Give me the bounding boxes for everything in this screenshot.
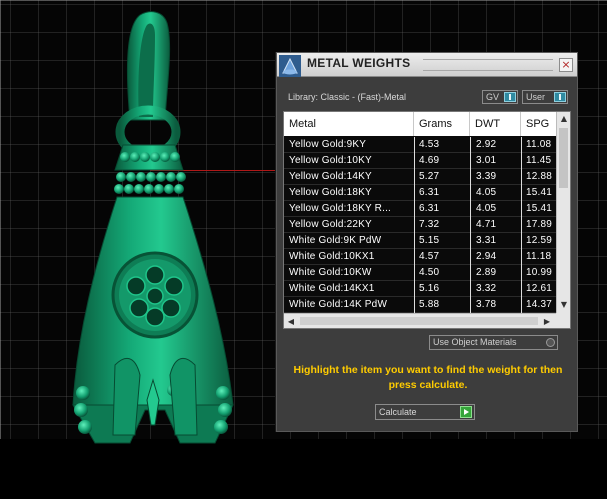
grams-cell: 4.69 (419, 155, 440, 166)
table-row[interactable]: Yellow Gold:9KY 4.53 2.92 11.08 (284, 137, 556, 153)
metal-cell: White Gold:14KX1 (289, 283, 375, 294)
grams-cell: 7.32 (419, 219, 440, 230)
gv-toggle-label: GV (486, 92, 500, 102)
metal-cell: Yellow Gold:10KY (289, 155, 372, 166)
use-object-materials-option[interactable]: Use Object Materials (429, 335, 558, 350)
grams-cell: 5.27 (419, 171, 440, 182)
title-grip (423, 59, 553, 71)
toggle-switch-icon (504, 92, 516, 102)
vertical-scrollbar[interactable]: ▲ ▼ (556, 112, 570, 313)
metal-cell: Yellow Gold:14KY (289, 171, 372, 182)
user-toggle[interactable]: User (522, 90, 568, 104)
use-object-materials-label: Use Object Materials (433, 337, 517, 347)
metal-cell: Yellow Gold:9KY (289, 139, 367, 150)
spg-cell: 12.59 (526, 235, 553, 246)
column-header-grams[interactable]: Grams (414, 112, 470, 136)
spg-cell: 10.99 (526, 267, 553, 278)
dwt-cell: 2.89 (476, 267, 497, 278)
dwt-cell: 2.92 (476, 139, 497, 150)
table-row[interactable]: Yellow Gold:22KY 7.32 4.71 17.89 (284, 217, 556, 233)
spg-cell: 12.88 (526, 171, 553, 182)
table-row[interactable]: White Gold:10KW 4.50 2.89 10.99 (284, 265, 556, 281)
panel-title: METAL WEIGHTS (307, 56, 411, 70)
table-row[interactable]: White Gold:9K PdW 5.15 3.31 12.59 (284, 233, 556, 249)
scroll-corner (556, 313, 570, 328)
grams-cell: 4.57 (419, 251, 440, 262)
dwt-cell: 2.94 (476, 251, 497, 262)
arrow-right-icon[interactable]: ▶ (540, 314, 554, 329)
grams-cell: 6.31 (419, 187, 440, 198)
table-body: Yellow Gold:9KY 4.53 2.92 11.08 Yellow Gold:… (284, 137, 556, 313)
dwt-cell: 3.78 (476, 299, 497, 310)
pendant-3d-model[interactable] (55, 5, 255, 455)
column-divider (470, 137, 471, 313)
table-row[interactable]: Yellow Gold:18KY 6.31 4.05 15.41 (284, 185, 556, 201)
arrow-left-icon[interactable]: ◀ (284, 314, 298, 329)
dwt-cell: 3.39 (476, 171, 497, 182)
grams-cell: 5.88 (419, 299, 440, 310)
metal-cell: White Gold:10KW (289, 267, 372, 278)
table-row[interactable]: White Gold:14KX1 5.16 3.32 12.61 (284, 281, 556, 297)
metal-cell: Yellow Gold:22KY (289, 219, 372, 230)
calculate-button[interactable]: Calculate (375, 404, 475, 420)
spg-cell: 14.37 (526, 299, 553, 310)
column-divider (521, 137, 522, 313)
arrow-down-icon[interactable]: ▼ (557, 298, 571, 312)
grams-cell: 4.53 (419, 139, 440, 150)
column-header-metal[interactable]: Metal (284, 112, 414, 136)
metal-weights-app-icon (279, 55, 301, 77)
table-header: Metal Grams DWT SPG (284, 112, 556, 136)
grams-cell: 6.31 (419, 203, 440, 214)
gv-toggle[interactable]: GV (482, 90, 518, 104)
column-header-spg[interactable]: SPG (521, 112, 556, 136)
spg-cell: 15.41 (526, 187, 553, 198)
metal-cell: White Gold:9K PdW (289, 235, 382, 246)
metal-cell: Yellow Gold:18KY R... (289, 203, 392, 214)
table-row[interactable]: Yellow Gold:10KY 4.69 3.01 11.45 (284, 153, 556, 169)
spg-cell: 12.61 (526, 283, 553, 294)
metal-table: Metal Grams DWT SPG Yellow Gold:9KY 4.53 2… (283, 111, 571, 329)
user-toggle-label: User (526, 92, 546, 102)
column-header-dwt[interactable]: DWT (470, 112, 521, 136)
dwt-cell: 4.71 (476, 219, 497, 230)
dwt-cell: 4.05 (476, 203, 497, 214)
table-row[interactable]: White Gold:14K PdW 5.88 3.78 14.37 (284, 297, 556, 313)
dwt-cell: 3.01 (476, 155, 497, 166)
vertical-scroll-thumb[interactable] (559, 128, 568, 188)
toggle-switch-icon (554, 92, 566, 102)
metal-cell: White Gold:10KX1 (289, 251, 375, 262)
library-label: Library: Classic - (Fast)-Metal (288, 92, 407, 102)
radio-icon[interactable] (546, 338, 555, 347)
spg-cell: 11.08 (526, 139, 552, 150)
grams-cell: 5.15 (419, 235, 440, 246)
spg-cell: 11.18 (526, 251, 552, 262)
grams-cell: 5.16 (419, 283, 440, 294)
table-row[interactable]: White Gold:10KX1 4.57 2.94 11.18 (284, 249, 556, 265)
horizontal-scrollbar[interactable]: ◀ ▶ (284, 313, 556, 328)
close-icon[interactable]: × (559, 58, 573, 72)
metal-weights-panel: METAL WEIGHTS × Library: Classic - (Fast… (276, 52, 578, 432)
dwt-cell: 3.31 (476, 235, 497, 246)
spg-cell: 17.89 (526, 219, 553, 230)
metal-cell: Yellow Gold:18KY (289, 187, 372, 198)
dwt-cell: 4.05 (476, 187, 497, 198)
table-row[interactable]: Yellow Gold:18KY R... 6.31 4.05 15.41 (284, 201, 556, 217)
arrow-up-icon[interactable]: ▲ (557, 112, 571, 126)
spg-cell: 11.45 (526, 155, 552, 166)
metal-cell: White Gold:14K PdW (289, 299, 388, 310)
horizontal-scroll-thumb[interactable] (300, 317, 538, 325)
calculate-label: Calculate (379, 407, 417, 417)
spg-cell: 15.41 (526, 203, 553, 214)
column-divider (414, 137, 415, 313)
table-row[interactable]: Yellow Gold:14KY 5.27 3.39 12.88 (284, 169, 556, 185)
title-bar[interactable]: METAL WEIGHTS × (277, 53, 577, 77)
instruction-text: Highlight the item you want to find the … (293, 364, 563, 391)
play-icon[interactable] (460, 406, 472, 418)
grams-cell: 4.50 (419, 267, 440, 278)
dwt-cell: 3.32 (476, 283, 497, 294)
